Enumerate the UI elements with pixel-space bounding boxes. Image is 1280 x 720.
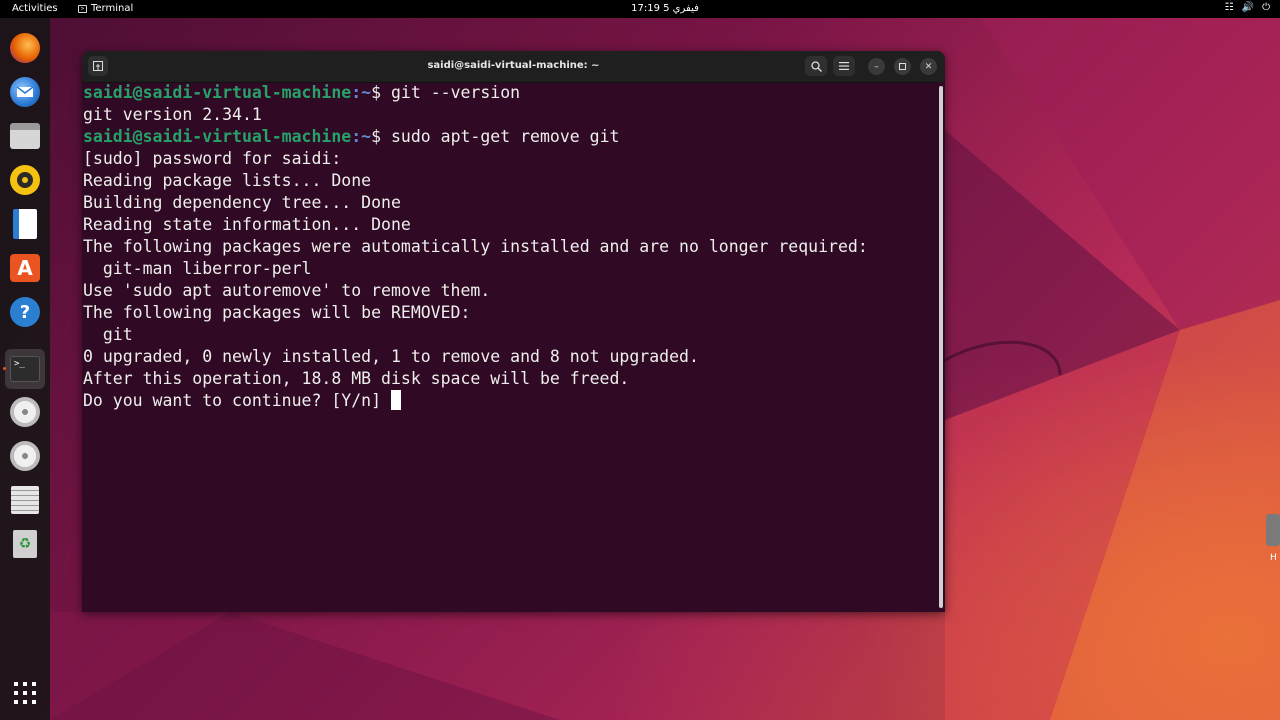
terminal-line: 0 upgraded, 0 newly installed, 1 to remo… [83,346,937,368]
dock-disc-1[interactable] [8,395,42,429]
system-tray[interactable]: ☷ 🔊 ⏻ [1225,2,1270,13]
output-text: The following packages will be REMOVED: [83,303,471,322]
rhythmbox-icon [10,165,40,195]
desktop-drive-icon[interactable] [1266,514,1280,546]
dock-help[interactable]: ? [8,295,42,329]
hamburger-menu-icon [839,62,849,70]
terminal-line: saidi@saidi-virtual-machine:~$ git --ver… [83,82,937,104]
dock-rhythmbox[interactable] [8,163,42,197]
active-indicator [3,367,6,370]
dock-firefox[interactable] [8,31,42,65]
search-icon [810,60,822,72]
app-center-icon: A [10,254,40,282]
output-text: Reading state information... Done [83,215,411,234]
terminal-line: Do you want to continue? [Y/n] [83,390,937,412]
menu-button[interactable] [833,56,855,76]
app-menu[interactable]: > Terminal [78,3,133,14]
search-button[interactable] [805,56,827,76]
dock: A ? >_ ♻ [0,18,50,720]
output-text: git [83,325,133,344]
help-icon: ? [10,297,40,327]
terminal-line: Building dependency tree... Done [83,192,937,214]
terminal-line: Reading state information... Done [83,214,937,236]
prompt-path: :~ [351,127,372,146]
save-disk-icon [11,486,39,514]
libreoffice-writer-icon [13,209,37,239]
prompt-path: :~ [351,83,372,102]
firefox-icon [10,33,40,63]
volume-icon: 🔊 [1241,2,1255,13]
network-icon: ☷ [1224,2,1234,13]
terminal-line: git-man liberror-perl [83,258,937,280]
close-icon: ✕ [924,61,933,72]
terminal-line: [sudo] password for saidi: [83,148,937,170]
dock-terminal[interactable]: >_ [5,349,45,389]
terminal-line: git [83,324,937,346]
trash-icon: ♻ [13,530,37,558]
output-text: Building dependency tree... Done [83,193,401,212]
terminal-line: The following packages will be REMOVED: [83,302,937,324]
desktop-icon-label: H [1270,553,1277,563]
maximize-button[interactable] [894,58,911,75]
app-name: Terminal [91,3,134,14]
terminal-line: The following packages were automaticall… [83,236,937,258]
output-text: The following packages were automaticall… [83,237,868,256]
maximize-icon [899,63,906,70]
show-apps-icon [14,682,36,704]
activities-button[interactable]: Activities [12,3,58,14]
prompt-user-host: saidi@saidi-virtual-machine [83,127,352,146]
close-button[interactable]: ✕ [920,58,937,75]
dock-save-disk[interactable] [8,483,42,517]
dock-app-center[interactable]: A [8,251,42,285]
output-text: git version 2.34.1 [83,105,262,124]
output-text: Reading package lists... Done [83,171,372,190]
command-text: $ sudo apt-get remove git [371,127,620,146]
output-text: Use 'sudo apt autoremove' to remove them… [83,281,491,300]
terminal-line: git version 2.34.1 [83,104,937,126]
dock-disc-2[interactable] [8,439,42,473]
terminal-icon: >_ [10,356,40,382]
dock-thunderbird[interactable] [8,75,42,109]
files-icon [10,123,40,149]
terminal-output[interactable]: saidi@saidi-virtual-machine:~$ git --ver… [82,82,937,612]
terminal-line: After this operation, 18.8 MB disk space… [83,368,937,390]
dock-trash[interactable]: ♻ [8,527,42,561]
power-icon: ⏻ [1262,2,1270,13]
thunderbird-icon [10,77,40,107]
clock[interactable]: 17:19 فيفري 5 [600,3,730,14]
command-text: $ git --version [371,83,521,102]
top-bar: Activities > Terminal 17:19 فيفري 5 ☷ 🔊 … [0,0,1280,18]
terminal-window: saidi@saidi-virtual-machine: ~ – ✕ saidi… [82,51,945,612]
confirm-prompt: Do you want to continue? [Y/n] [83,391,391,410]
minimize-icon: – [874,61,879,72]
minimize-button[interactable]: – [868,58,885,75]
output-text: 0 upgraded, 0 newly installed, 1 to remo… [83,347,699,366]
dock-files[interactable] [8,119,42,153]
output-text: git-man liberror-perl [83,259,312,278]
output-text: [sudo] password for saidi: [83,149,342,168]
disc-icon [10,397,40,427]
terminal-mini-icon: > [78,4,87,13]
terminal-cursor [390,390,401,410]
disc-icon [10,441,40,471]
dock-libreoffice-writer[interactable] [8,207,42,241]
show-apps-button[interactable] [8,676,42,710]
scrollbar-thumb[interactable] [939,86,943,608]
terminal-line: saidi@saidi-virtual-machine:~$ sudo apt-… [83,126,937,148]
scrollbar[interactable] [937,82,945,612]
terminal-line: Use 'sudo apt autoremove' to remove them… [83,280,937,302]
prompt-user-host: saidi@saidi-virtual-machine [83,83,352,102]
terminal-line: Reading package lists... Done [83,170,937,192]
window-titlebar[interactable]: saidi@saidi-virtual-machine: ~ – ✕ [82,51,945,83]
output-text: After this operation, 18.8 MB disk space… [83,369,630,388]
